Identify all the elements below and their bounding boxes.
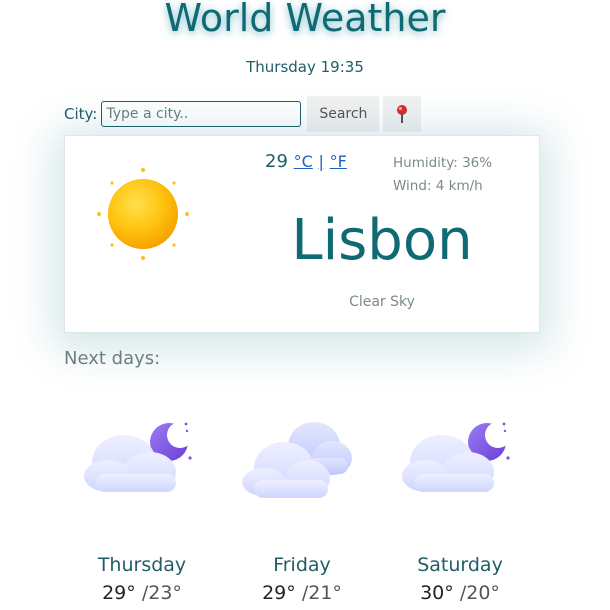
clouds-icon [232,400,372,530]
search-bar: City: Search [64,96,422,132]
forecast-day: Saturday 30° /20° [390,400,530,604]
forecast-low: /20° [459,582,500,604]
forecast-day-name: Friday [273,554,331,576]
map-pin-icon [397,105,408,123]
search-button[interactable]: Search [307,96,380,132]
next-days-label: Next days: [64,348,161,369]
weather-app: World Weather Thursday 19:35 City: Searc… [0,0,610,610]
app-title: World Weather [164,0,446,40]
forecast-day: Thursday 29° /23° [72,400,212,604]
city-name: Lisbon [291,208,473,273]
sun-icon [95,166,195,270]
forecast-day-name: Thursday [97,554,187,576]
forecast-low: /23° [141,582,182,604]
forecast-day-name: Saturday [417,554,503,576]
cloud-moon-icon [72,400,212,530]
celsius-link[interactable]: °C [294,152,313,171]
current-temperature: 29 [265,151,288,172]
humidity-value: Humidity: 36% [393,155,493,171]
unit-separator: | [318,152,324,171]
forecast-day: Friday 29° /21° [232,400,372,604]
fahrenheit-link[interactable]: °F [330,152,347,171]
wind-value: Wind: 4 km/h [393,178,483,194]
forecast-temps: 29° /21° [232,582,372,604]
current-weather-card: 29 °C | °F Humidity: 36% Wind: 4 km/h Li… [64,135,540,333]
forecast-high: 29° [262,582,296,604]
city-search-input[interactable] [101,101,302,127]
weather-stats: Humidity: 36% Wind: 4 km/h [393,152,492,198]
current-datetime: Thursday 19:35 [246,58,364,76]
forecast-temps: 29° /23° [72,582,212,604]
current-location-button[interactable] [383,96,422,132]
forecast-low: /21° [301,582,342,604]
weather-description: Clear Sky [349,294,415,310]
city-label: City: [64,105,98,123]
cloud-moon-icon [390,400,530,530]
forecast-high: 30° [420,582,454,604]
temperature-row: 29 °C | °F [265,151,347,172]
forecast-high: 29° [102,582,136,604]
forecast-temps: 30° /20° [390,582,530,604]
